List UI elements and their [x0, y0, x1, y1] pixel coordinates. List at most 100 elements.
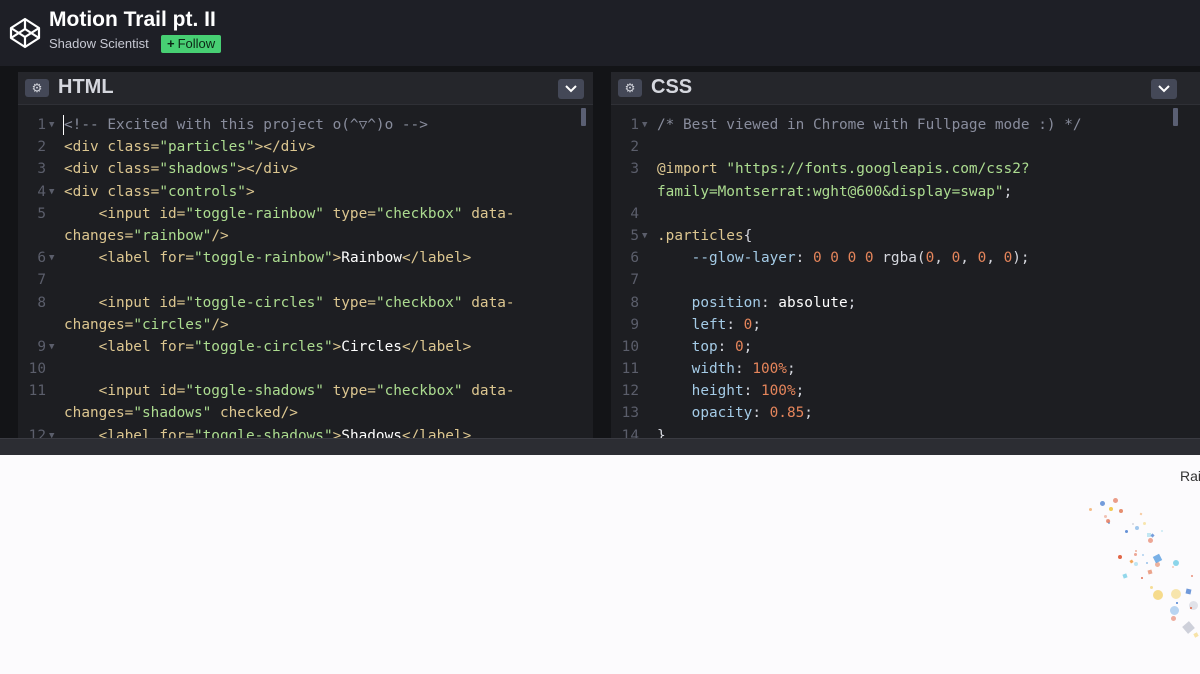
fold-arrow-icon[interactable]: ▼	[49, 425, 54, 438]
line-number: 11	[28, 383, 46, 400]
code-line[interactable]: 8 <input id="toggle-circles" type="check…	[18, 292, 593, 314]
code-line[interactable]: 6 --glow-layer: 0 0 0 0 rgba(0, 0, 0, 0)…	[611, 247, 1200, 269]
css-editor-menu-button[interactable]	[1151, 79, 1177, 99]
code-line[interactable]: 11 <input id="toggle-shadows" type="chec…	[18, 380, 593, 402]
line-number: 5	[630, 227, 639, 244]
chevron-down-icon	[1158, 85, 1170, 93]
code-line[interactable]: 12 ▼ <label for="toggle-shadows">Shadows<…	[18, 425, 593, 438]
line-number: 1	[37, 117, 46, 133]
code-text: @import "https://fonts.googleapis.com/cs…	[657, 161, 1030, 178]
particle	[1171, 566, 1174, 569]
code-line[interactable]: 2 <div class="particles"></div>	[18, 136, 593, 158]
line-number: 3	[630, 161, 639, 178]
line-number: 12	[621, 383, 639, 400]
code-text: changes="circles"/>	[64, 316, 229, 333]
particle	[1170, 588, 1181, 599]
code-line[interactable]: 10 top: 0;	[611, 336, 1200, 358]
particle	[1142, 553, 1145, 556]
fold-arrow-icon[interactable]: ▼	[49, 181, 54, 203]
code-text: <input id="toggle-circles" type="checkbo…	[98, 294, 515, 311]
css-editor-title: CSS	[651, 76, 693, 98]
code-line[interactable]: 5 <input id="toggle-rainbow" type="check…	[18, 203, 593, 225]
code-line[interactable]: 6 ▼ <label for="toggle-rainbow">Rainbow</…	[18, 247, 593, 269]
fold-arrow-icon[interactable]: ▼	[49, 247, 54, 269]
code-line[interactable]: 11 width: 100%;	[611, 358, 1200, 380]
code-line[interactable]: 7	[18, 269, 593, 291]
gear-icon[interactable]: ⚙	[25, 79, 49, 97]
code-line[interactable]: 7	[611, 269, 1200, 291]
code-text: height: 100%;	[691, 383, 805, 400]
particle	[1117, 555, 1122, 560]
code-line[interactable]: 9 left: 0;	[611, 314, 1200, 336]
code-line[interactable]: 2	[611, 136, 1200, 158]
fold-arrow-icon[interactable]: ▼	[642, 114, 647, 136]
css-code[interactable]: 1 ▼/* Best viewed in Chrome with Fullpage…	[611, 114, 1200, 438]
editor-resize-handle[interactable]	[0, 438, 1200, 455]
code-line[interactable]: 3 <div class="shadows"></div>	[18, 158, 593, 180]
code-text: <div class="particles"></div>	[64, 139, 316, 156]
code-text: opacity: 0.85;	[691, 405, 813, 422]
html-editor[interactable]: ⚙ HTML 1 ▼ <!-- Excited with this project …	[18, 72, 593, 438]
html-editor-title: HTML	[58, 76, 114, 98]
particle	[1189, 607, 1193, 610]
particle	[1129, 559, 1134, 564]
css-editor-header: ⚙ CSS	[611, 72, 1200, 105]
code-line[interactable]: 5 ▼ .particles{	[611, 225, 1200, 247]
rainbow-toggle-label[interactable]: Rai	[1180, 468, 1200, 484]
code-line[interactable]: 1 ▼ /* Best viewed in Chrome with Fullpage…	[611, 114, 1200, 136]
code-line[interactable]: 1 ▼ <!-- Excited with this project o(^▽^)o…	[18, 114, 593, 136]
code-line[interactable]: 12 height: 100%;	[611, 380, 1200, 402]
css-editor[interactable]: ⚙ CSS 1 ▼/* Best viewed in Chrome with Fu…	[611, 72, 1200, 438]
code-line[interactable]: 13 opacity: 0.85;	[611, 402, 1200, 424]
code-line[interactable]: 8 position: absolute;	[611, 292, 1200, 314]
fold-arrow-icon[interactable]: ▼	[642, 225, 647, 247]
code-text: <label for="toggle-rainbow">Rainbow</lab…	[98, 250, 472, 267]
plus-icon: +	[167, 36, 175, 51]
code-line[interactable]: changes="circles"/>	[18, 314, 593, 336]
particle	[1099, 501, 1105, 507]
codepen-logo-icon[interactable]	[8, 16, 42, 50]
pen-title: Motion Trail pt. II	[49, 8, 216, 31]
code-line[interactable]: family=Montserrat:wght@600&display=swap"…	[611, 181, 1200, 203]
html-scrollbar[interactable]	[581, 108, 586, 126]
css-scrollbar[interactable]	[1173, 108, 1178, 126]
code-text: <input id="toggle-shadows" type="checkbo…	[98, 383, 515, 400]
particle	[1141, 577, 1144, 580]
code-text: .particles{	[657, 227, 753, 244]
line-number: 4	[37, 183, 46, 200]
gear-icon[interactable]: ⚙	[618, 79, 642, 97]
code-line[interactable]: 9 ▼ <label for="toggle-circles">Circles</…	[18, 336, 593, 358]
particle	[1131, 523, 1134, 526]
particle	[1170, 616, 1176, 622]
particle	[1118, 509, 1123, 514]
code-line[interactable]: 10	[18, 358, 593, 380]
particle	[1193, 632, 1200, 639]
line-number: 13	[621, 405, 639, 422]
html-code[interactable]: 1 ▼ <!-- Excited with this project o(^▽^)o…	[18, 114, 593, 438]
line-number: 12	[28, 427, 46, 438]
particle	[1122, 573, 1128, 579]
line-number: 11	[621, 361, 639, 378]
html-editor-menu-button[interactable]	[558, 79, 584, 99]
author-name[interactable]: Shadow Scientist	[49, 36, 149, 51]
code-line[interactable]: 3 @import "https://fonts.googleapis.com/c…	[611, 158, 1200, 180]
code-text: <input id="toggle-rainbow" type="checkbo…	[98, 205, 515, 222]
code-text: <label for="toggle-shadows">Shadows</lab…	[98, 427, 472, 438]
particle	[1175, 601, 1178, 604]
code-line[interactable]: 4 ▼ <div class="controls">	[18, 181, 593, 203]
particle	[1133, 553, 1137, 557]
code-line[interactable]: 4	[611, 203, 1200, 225]
code-text: --glow-layer: 0 0 0 0 rgba(0, 0, 0, 0);	[691, 250, 1030, 267]
line-number: 10	[621, 338, 639, 355]
follow-button[interactable]: + Follow	[161, 35, 222, 53]
follow-label: Follow	[177, 36, 216, 51]
particle	[1103, 515, 1107, 519]
code-line[interactable]: changes="rainbow"/>	[18, 225, 593, 247]
line-number: 5	[37, 205, 46, 222]
fold-arrow-icon[interactable]: ▼	[49, 114, 54, 136]
result-preview[interactable]: Rai	[0, 455, 1200, 674]
fold-arrow-icon[interactable]: ▼	[49, 336, 54, 358]
code-text: changes="shadows" checked/>	[64, 405, 298, 422]
code-line[interactable]: changes="shadows" checked/>	[18, 402, 593, 424]
code-line[interactable]: 14}	[611, 425, 1200, 438]
